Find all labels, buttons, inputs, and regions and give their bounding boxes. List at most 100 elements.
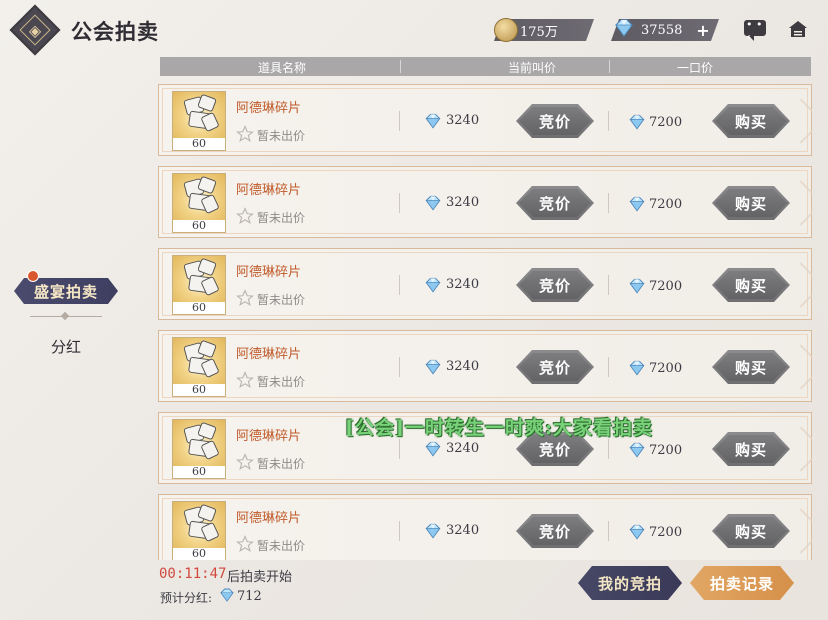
buy-button[interactable]: 购买 [712, 268, 790, 302]
item-quantity: 60 [192, 301, 206, 314]
item-name: 阿德琳碎片 [236, 265, 302, 280]
home-icon[interactable] [788, 20, 808, 38]
current-bid-price: 3240 [446, 359, 480, 374]
item-quantity: 60 [192, 547, 206, 560]
star-outline-icon [236, 371, 254, 388]
buy-button-label: 购买 [734, 276, 767, 295]
shard-icon [173, 174, 225, 220]
buyout-price: 7200 [649, 279, 683, 294]
bid-button[interactable]: 竞价 [516, 514, 594, 548]
gold-amount: 175万 [520, 24, 558, 40]
bid-button[interactable]: 竞价 [516, 268, 594, 302]
star-outline-icon [236, 535, 254, 552]
diamond-gem-icon [425, 195, 441, 211]
cell-divider [608, 193, 609, 213]
diamond-gem-icon [425, 359, 441, 375]
coin-icon [494, 18, 518, 42]
buy-button[interactable]: 购买 [712, 186, 790, 220]
buyout-price: 7200 [649, 361, 683, 376]
bid-button-label: 竞价 [538, 194, 571, 213]
auction-list[interactable]: 60 阿德琳碎片 暂未出价 3240 竞价 7200 购买 60 阿德琳碎片 暂未出价 3240 竞价… [158, 84, 812, 560]
current-bid-price: 3240 [446, 523, 480, 538]
bid-button-label: 竞价 [538, 276, 571, 295]
item-card[interactable]: 60 [172, 419, 226, 479]
diamond-gem-icon [629, 360, 645, 376]
bid-button[interactable]: 竞价 [516, 186, 594, 220]
buy-button[interactable]: 购买 [712, 514, 790, 548]
item-card[interactable]: 60 [172, 255, 226, 315]
table-row: 60 阿德琳碎片 暂未出价 3240 竞价 7200 购买 [158, 166, 812, 238]
bid-button[interactable]: 竞价 [516, 104, 594, 138]
diamond-gem-icon [629, 524, 645, 540]
current-bid-price: 3240 [446, 441, 480, 456]
buyout-price: 7200 [649, 197, 683, 212]
back-button[interactable] [9, 4, 61, 56]
item-card[interactable]: 60 [172, 501, 226, 560]
bid-button-label: 竞价 [538, 522, 571, 541]
header-divider [609, 60, 610, 73]
add-gems-button[interactable]: + [694, 21, 712, 40]
gem-amount: 37558 [641, 22, 683, 38]
my-bids-button[interactable]: 我的竞拍 [578, 566, 682, 600]
countdown-timer: 00:11:47 [159, 566, 227, 582]
star-outline-icon [236, 289, 254, 306]
cell-divider [399, 193, 400, 213]
bid-button-label: 竞价 [538, 112, 571, 131]
sidebar-item-label: 盛宴拍卖 [33, 282, 98, 301]
shard-icon [173, 256, 225, 302]
item-card[interactable]: 60 [172, 337, 226, 397]
item-card[interactable]: 60 [172, 173, 226, 233]
buy-button-label: 购买 [734, 112, 767, 131]
cell-divider [608, 111, 609, 131]
sidebar-divider [30, 316, 102, 317]
page-title: 公会拍卖 [71, 19, 159, 44]
diamond-gem-icon [629, 442, 645, 458]
buyout-price: 7200 [649, 525, 683, 540]
item-name: 阿德琳碎片 [236, 101, 302, 116]
bid-status: 暂未出价 [257, 375, 306, 389]
star-outline-icon [236, 125, 254, 142]
buy-button-label: 购买 [734, 440, 767, 459]
bid-status: 暂未出价 [257, 539, 306, 553]
cell-divider [399, 357, 400, 377]
diamond-gem-icon [425, 277, 441, 293]
buy-button[interactable]: 购买 [712, 432, 790, 466]
star-outline-icon [236, 453, 254, 470]
diamond-gem-icon [629, 114, 645, 130]
diamond-gem-icon [220, 588, 234, 602]
bid-status: 暂未出价 [257, 293, 306, 307]
column-header-buyout: 一口价 [677, 61, 714, 75]
buy-button[interactable]: 购买 [712, 104, 790, 138]
cell-divider [608, 439, 609, 459]
item-name: 阿德琳碎片 [236, 429, 302, 444]
sidebar: 盛宴拍卖 分红 [0, 60, 132, 620]
header-divider [400, 60, 401, 73]
sidebar-item-dividend[interactable]: 分红 [0, 336, 132, 357]
auction-records-label: 拍卖记录 [709, 574, 774, 593]
shard-icon [173, 420, 225, 466]
shard-icon [173, 92, 225, 138]
bid-button[interactable]: 竞价 [516, 350, 594, 384]
cell-divider [399, 439, 400, 459]
diamond-gem-icon [629, 196, 645, 212]
cell-divider [399, 111, 400, 131]
shard-icon [173, 502, 225, 548]
buyout-price: 7200 [649, 443, 683, 458]
chat-bubble-icon[interactable] [744, 18, 766, 44]
auction-records-button[interactable]: 拍卖记录 [690, 566, 794, 600]
buy-button-label: 购买 [734, 194, 767, 213]
column-header-item-name: 道具名称 [258, 61, 307, 75]
dividend-value: 712 [237, 589, 262, 604]
table-row: 60 阿德琳碎片 暂未出价 3240 竞价 7200 购买 [158, 248, 812, 320]
diamond-gem-icon [425, 441, 441, 457]
bid-status: 暂未出价 [257, 457, 306, 471]
column-header-current-bid: 当前叫价 [508, 61, 557, 75]
buy-button[interactable]: 购买 [712, 350, 790, 384]
my-bids-label: 我的竞拍 [597, 574, 662, 593]
item-card[interactable]: 60 [172, 91, 226, 151]
bid-button-label: 竞价 [538, 358, 571, 377]
current-bid-price: 3240 [446, 113, 480, 128]
sidebar-item-feast-auction[interactable]: 盛宴拍卖 [14, 278, 118, 304]
star-outline-icon [236, 207, 254, 224]
cell-divider [399, 521, 400, 541]
